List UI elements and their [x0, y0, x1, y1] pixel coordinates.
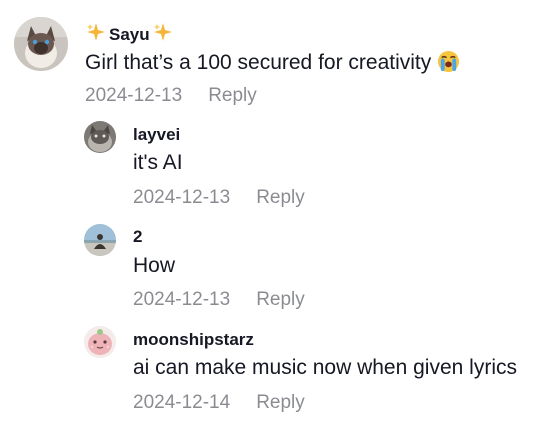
avatar[interactable] [84, 326, 116, 358]
cat-avatar-icon [14, 17, 68, 71]
comment-date: 2024-12-14 [133, 392, 231, 413]
comment-text: How [133, 254, 176, 277]
comment-meta: 2024-12-13 Reply [133, 290, 305, 309]
cat-avatar-icon [84, 121, 116, 153]
comment-date: 2024-12-13 [133, 187, 231, 208]
pink-character-avatar-icon [84, 326, 116, 358]
comment-date: 2024-12-13 [85, 85, 183, 106]
comment-date: 2024-12-13 [133, 289, 231, 310]
comment-meta: 2024-12-13 Reply [85, 86, 257, 105]
avatar[interactable] [84, 121, 116, 153]
comment-username[interactable]: moonshipstarz [133, 331, 254, 348]
comment-meta: 2024-12-13 Reply [133, 188, 305, 207]
loudly-crying-face-emoji-icon [437, 50, 460, 77]
comment-meta: 2024-12-14 Reply [133, 393, 305, 412]
sparkles-icon [153, 22, 173, 45]
comment-text: ai can make music now when given lyrics [133, 356, 517, 379]
comment-text: Girl that’s a 100 secured for creativity [85, 50, 460, 77]
reply-button[interactable]: Reply [208, 85, 257, 106]
comment-text-content: Girl that’s a 100 secured for creativity [85, 51, 432, 74]
avatar[interactable] [84, 224, 116, 256]
comment-text: it's AI [133, 151, 183, 174]
comment-username[interactable]: Sayu [86, 22, 173, 45]
comment-username[interactable]: layvei [133, 126, 180, 143]
reply-button[interactable]: Reply [256, 392, 305, 413]
reply-button[interactable]: Reply [256, 289, 305, 310]
comment-username-text: Sayu [109, 25, 150, 44]
reply-button[interactable]: Reply [256, 187, 305, 208]
person-sky-avatar-icon [84, 224, 116, 256]
comment-username[interactable]: 2 [133, 228, 142, 245]
sparkles-icon [86, 22, 106, 45]
avatar[interactable] [14, 17, 68, 71]
